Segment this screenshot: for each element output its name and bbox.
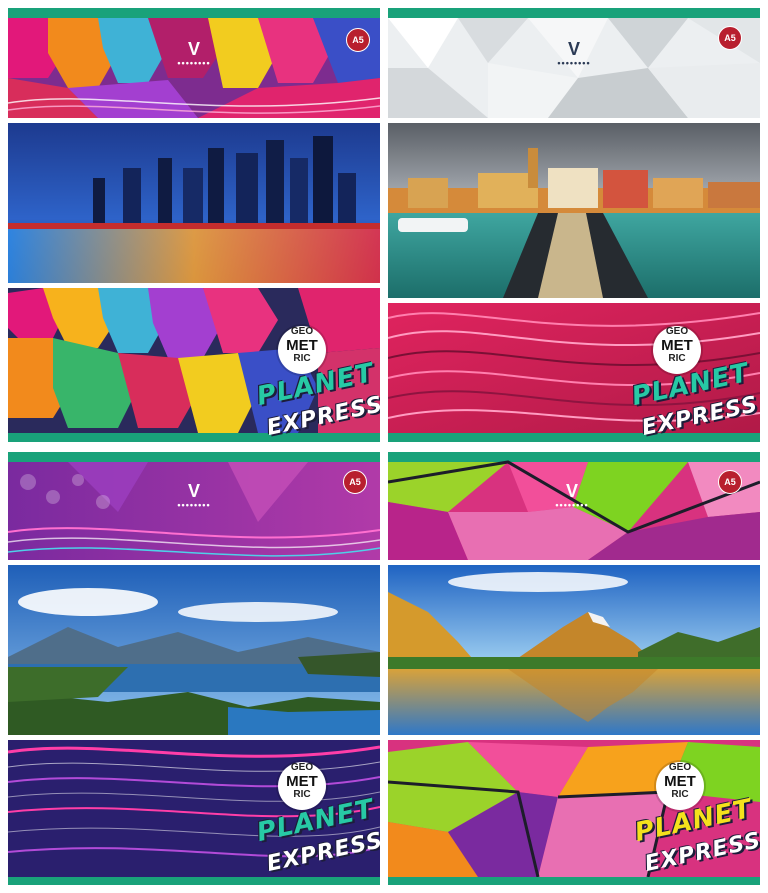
cover-lake-forest-art [8,452,380,885]
publisher-logo: V •••••••• [166,40,222,68]
format-badge: A5 [718,26,742,50]
logo-dots: •••••••• [555,500,589,510]
cover-harbor-art [388,8,760,442]
logo-mark: V [565,481,578,501]
format-badge: A5 [343,470,367,494]
format-badge: A5 [718,470,742,494]
logo-mark: V [187,481,200,501]
logo-mark: V [567,39,580,59]
publisher-logo: V •••••••• [166,482,222,510]
cover-mountain-lake-art [388,452,760,885]
cover-lake-forest: V •••••••• A5 GEO MET RIC PLANET EXPRESS [8,452,380,885]
cover-mountain-lake: V •••••••• A5 GEO MET RIC PLANET EXPRESS [388,452,760,885]
logo-dots: •••••••• [177,500,211,510]
publisher-logo: V •••••••• [544,482,600,510]
logo-dots: •••••••• [557,58,591,68]
logo-mark: V [187,39,200,59]
format-badge: A5 [346,28,370,52]
cover-city-night-art [8,8,380,442]
publisher-logo: V •••••••• [546,40,602,68]
cover-harbor: V •••••••• A5 GEO MET RIC PLANET EXPRESS [388,8,760,442]
logo-dots: •••••••• [177,58,211,68]
cover-city-night: V •••••••• A5 GEO MET RIC PLANET EXPRESS [8,8,380,442]
notebook-covers-sheet: V •••••••• A5 GEO MET RIC PLANET EXPRESS [0,0,768,893]
